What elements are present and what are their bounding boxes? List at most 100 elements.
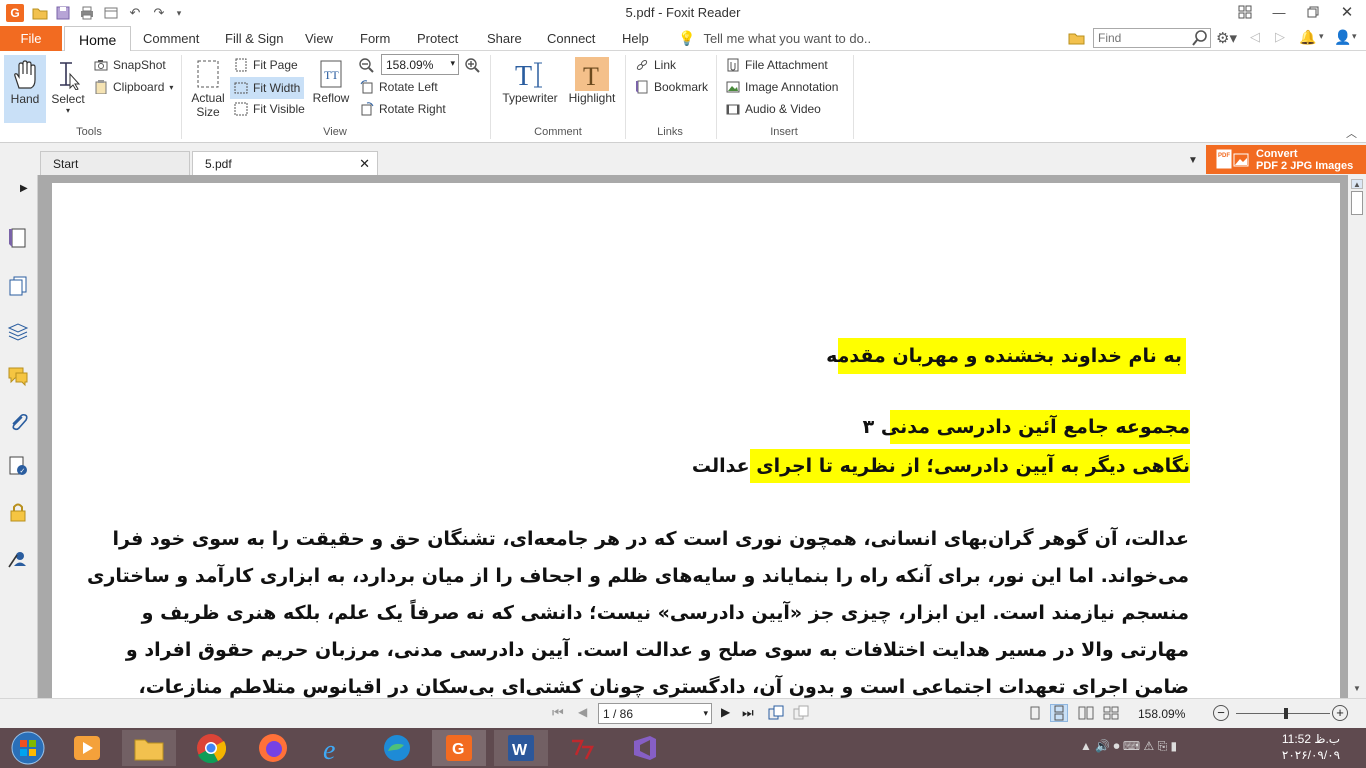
comments-panel-icon[interactable] [7,365,29,387]
chrome-icon[interactable] [184,730,238,766]
comment-group-label: Comment [534,126,582,138]
pages-panel-icon[interactable] [7,275,29,297]
notification-dropdown-icon[interactable]: ▾ [1319,31,1324,42]
file-explorer-icon[interactable] [122,730,176,766]
zoom-out-icon[interactable] [358,57,374,73]
attachments-panel-icon[interactable] [7,411,29,433]
single-page-view-icon[interactable] [1028,706,1042,720]
settings-gear-icon[interactable]: ⚙▾ [1216,29,1237,47]
rotate-right-button[interactable]: Rotate Right [360,99,446,119]
search-icon[interactable] [1192,30,1208,46]
document-viewer[interactable]: به نام خداوند بخشنده و مهربان مقدمه مجمو… [38,175,1348,698]
zoom-slider-track[interactable] [1236,713,1330,714]
user-icon[interactable]: 👤 [1334,29,1351,46]
rotate-left-button[interactable]: Rotate Left [360,77,438,97]
tab-help[interactable]: Help [622,26,649,51]
tab-form[interactable]: Form [360,26,390,51]
audio-video-button[interactable]: Audio & Video [726,99,821,119]
svg-text:✓: ✓ [20,468,26,475]
fit-visible-button[interactable]: Fit Visible [234,99,305,119]
image-annotation-button[interactable]: Image Annotation [726,77,838,97]
edge-icon[interactable] [370,730,424,766]
internet-explorer-icon[interactable]: e [308,730,362,766]
fit-page-button[interactable]: Fit Page [234,55,298,75]
user-dropdown-icon[interactable]: ▾ [1352,31,1357,42]
media-player-icon[interactable] [60,730,114,766]
security-lock-icon[interactable] [7,501,29,523]
back-arrow-icon[interactable]: ◁ [1250,29,1260,45]
start-button[interactable] [0,730,56,766]
file-attachment-button[interactable]: File Attachment [726,55,828,75]
scroll-thumb[interactable] [1351,191,1363,215]
highlight-button[interactable]: T Highlight [566,55,618,123]
tell-me-search[interactable]: 💡 Tell me what you want to do.. [678,26,871,51]
continuous-facing-view-icon[interactable] [1103,706,1119,720]
link-button[interactable]: Link [635,55,676,75]
scroll-down-icon[interactable]: ▼ [1351,684,1363,694]
vertical-scrollbar[interactable]: ▲ ▼ [1348,175,1366,698]
page-number-input[interactable]: 1 / 86 ▾ [598,703,712,724]
clipboard-button[interactable]: Clipboard ▾ [94,77,173,97]
previous-view-icon[interactable] [768,705,784,721]
tab-connect[interactable]: Connect [547,26,595,51]
hand-tool-button[interactable]: Hand [4,55,46,123]
zoom-combobox[interactable]: 158.09% ▾ [381,54,459,75]
tab-5pdf[interactable]: 5.pdf ✕ [192,151,378,175]
zoom-in-icon[interactable] [464,57,480,73]
continuous-view-icon[interactable] [1050,704,1068,722]
pdf-page[interactable]: به نام خداوند بخشنده و مهربان مقدمه مجمو… [52,183,1340,698]
close-button[interactable]: ✕ [1330,0,1364,24]
expand-panel-icon[interactable]: ▶ [20,183,28,194]
tab-home[interactable]: Home [64,26,132,52]
reflow-button[interactable]: TT Reflow [310,55,352,123]
signatures-panel-icon[interactable]: ✓ [7,455,29,477]
tab-protect[interactable]: Protect [417,26,458,51]
facing-view-icon[interactable] [1078,706,1094,720]
notification-bell-icon[interactable]: 🔔 [1299,29,1316,46]
bookmark-button[interactable]: Bookmark [635,77,708,97]
zoom-out-circle-icon[interactable]: − [1213,705,1229,721]
firefox-icon[interactable] [246,730,300,766]
tab-start[interactable]: Start [40,151,190,175]
folder-search-icon[interactable] [1068,30,1086,46]
tab-share[interactable]: Share [487,26,522,51]
last-page-icon[interactable]: ⏭ [742,705,754,721]
link-icon [635,58,649,72]
tab-comment[interactable]: Comment [143,26,199,51]
fit-visible-label: Fit Visible [253,102,305,116]
minimize-button[interactable]: — [1262,0,1296,24]
snapshot-button[interactable]: SnapShot [94,55,166,75]
red-app-icon[interactable] [556,730,610,766]
certificate-user-icon[interactable] [7,547,29,569]
zoom-slider-thumb[interactable] [1284,708,1288,719]
maximize-button[interactable] [1296,0,1330,24]
tab-fill-sign[interactable]: Fill & Sign [225,26,284,51]
typewriter-button[interactable]: T Typewriter [500,55,560,123]
layers-panel-icon[interactable] [7,320,29,342]
forward-arrow-icon[interactable]: ▷ [1275,29,1285,45]
collapse-ribbon-icon[interactable]: ︿ [1346,125,1357,141]
first-page-icon[interactable]: ⏮ [552,705,564,721]
tray-icons[interactable]: ▲ 🔊 ⏺ ⌨ ⚠ ⎘ ▮ [1080,739,1177,754]
actual-size-button[interactable]: Actual Size [188,55,228,125]
tab-view[interactable]: View [305,26,333,51]
next-view-icon[interactable] [793,705,809,721]
previous-page-icon[interactable]: ◀ [578,705,587,719]
hand-icon [8,58,42,92]
visual-studio-icon[interactable] [618,730,672,766]
close-tab-icon[interactable]: ✕ [359,156,370,172]
fit-width-button[interactable]: Fit Width [230,77,305,99]
restore-layout-icon[interactable] [1228,0,1262,24]
scroll-up-icon[interactable]: ▲ [1351,179,1363,189]
file-menu[interactable]: File [0,26,62,51]
system-clock[interactable]: 11:52 ب.ظ ۲۰۲۶/۰۹/۰۹ [1276,731,1346,763]
bookmarks-panel-icon[interactable] [7,227,29,249]
camera-icon [94,58,108,72]
word-icon[interactable]: W [494,730,548,766]
zoom-in-circle-icon[interactable]: + [1332,705,1348,721]
convert-pdf-to-jpg-button[interactable]: PDF Convert PDF 2 JPG Images [1206,145,1366,174]
foxit-reader-taskbar-icon[interactable]: G [432,730,486,766]
next-page-icon[interactable]: ▶ [721,705,730,719]
tabs-dropdown-icon[interactable]: ▼ [1188,155,1198,166]
select-tool-button[interactable]: Select ▾ [48,55,88,123]
